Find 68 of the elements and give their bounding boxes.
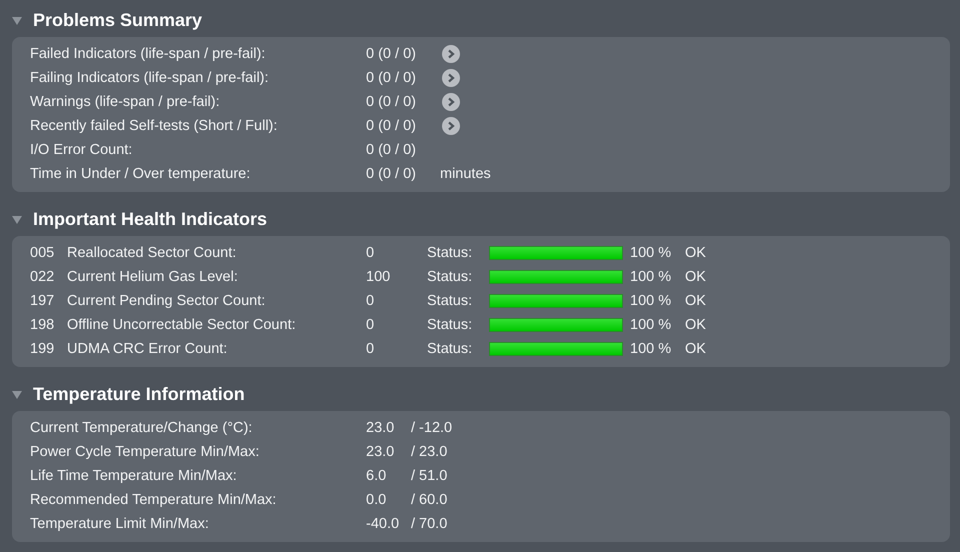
status-text: OK <box>685 245 707 261</box>
section-title: Problems Summary <box>33 10 202 30</box>
temperature-value: / 70.0 <box>411 516 448 532</box>
attribute-id: 198 <box>30 317 56 333</box>
row-value: 0 (0 / 0) <box>366 118 417 134</box>
attribute-value: 100 <box>366 269 392 285</box>
row-label: Recommended Temperature Min/Max: <box>30 492 278 508</box>
row-label: Current Temperature/Change (°C): <box>30 420 254 436</box>
temperature-value: / 23.0 <box>411 444 448 460</box>
attribute-value: 0 <box>366 245 376 261</box>
row-label: Recently failed Self-tests (Short / Full): <box>30 118 278 134</box>
row-label: Power Cycle Temperature Min/Max: <box>30 444 260 460</box>
status-label: Status: <box>427 317 474 333</box>
disclosure-triangle-icon[interactable] <box>12 389 22 399</box>
temperature-value: 23.0 <box>366 444 396 460</box>
attribute-id: 005 <box>30 245 56 261</box>
attribute-name: Reallocated Sector Count: <box>67 245 238 261</box>
status-label: Status: <box>427 245 474 261</box>
attribute-id: 199 <box>30 341 56 357</box>
section-title: Important Health Indicators <box>33 208 268 230</box>
disclosure-triangle-icon[interactable] <box>12 15 22 25</box>
row-value: 0 (0 / 0) <box>366 94 417 110</box>
row-value: 0 (0 / 0) <box>366 166 417 182</box>
disclosure-triangle-icon[interactable] <box>12 214 22 224</box>
temperature-value: 6.0 <box>366 468 388 484</box>
details-arrow-button[interactable] <box>442 93 460 111</box>
row-label: Failed Indicators (life-span / pre-fail): <box>30 46 266 62</box>
percent-text: 100 % <box>630 245 672 261</box>
row-value: 0 (0 / 0) <box>366 46 417 62</box>
temperature-value: 0.0 <box>366 492 388 508</box>
section-title: Temperature Information <box>33 384 245 404</box>
temperature-value: / -12.0 <box>411 420 454 436</box>
row-label: Life Time Temperature Min/Max: <box>30 468 238 484</box>
status-text: OK <box>685 341 707 357</box>
row-value: 0 (0 / 0) <box>366 142 417 158</box>
details-arrow-button[interactable] <box>442 117 460 135</box>
attribute-id: 022 <box>30 269 56 285</box>
status-text: OK <box>685 317 707 333</box>
status-text: OK <box>685 269 707 285</box>
row-label: Time in Under / Over temperature: <box>30 166 252 182</box>
status-label: Status: <box>427 293 474 309</box>
attribute-name: Current Pending Sector Count: <box>67 293 266 309</box>
temperature-value: -40.0 <box>366 516 400 532</box>
unit-text: minutes <box>440 166 491 182</box>
percent-text: 100 % <box>630 269 672 285</box>
attribute-name: Offline Uncorrectable Sector Count: <box>67 317 297 333</box>
row-value: 0 (0 / 0) <box>366 70 417 86</box>
row-label: I/O Error Count: <box>30 142 134 158</box>
status-label: Status: <box>427 269 474 285</box>
temperature-value: / 60.0 <box>411 492 448 508</box>
attribute-value: 0 <box>366 341 376 357</box>
row-label: Warnings (life-span / pre-fail): <box>30 94 221 110</box>
details-arrow-button[interactable] <box>442 45 460 63</box>
percent-text: 100 % <box>630 317 672 333</box>
attribute-id: 197 <box>30 293 56 309</box>
percent-text: 100 % <box>630 293 672 309</box>
percent-text: 100 % <box>630 341 672 357</box>
attribute-value: 0 <box>366 317 376 333</box>
status-text: OK <box>685 293 707 309</box>
row-label: Failing Indicators (life-span / pre-fail): <box>30 70 270 86</box>
status-label: Status: <box>427 341 474 357</box>
row-label: Temperature Limit Min/Max: <box>30 516 210 532</box>
attribute-value: 0 <box>366 293 376 309</box>
temperature-value: 23.0 <box>366 420 396 436</box>
temperature-value: / 51.0 <box>411 468 448 484</box>
details-arrow-button[interactable] <box>442 69 460 87</box>
attribute-name: UDMA CRC Error Count: <box>67 341 228 357</box>
attribute-name: Current Helium Gas Level: <box>67 269 239 285</box>
